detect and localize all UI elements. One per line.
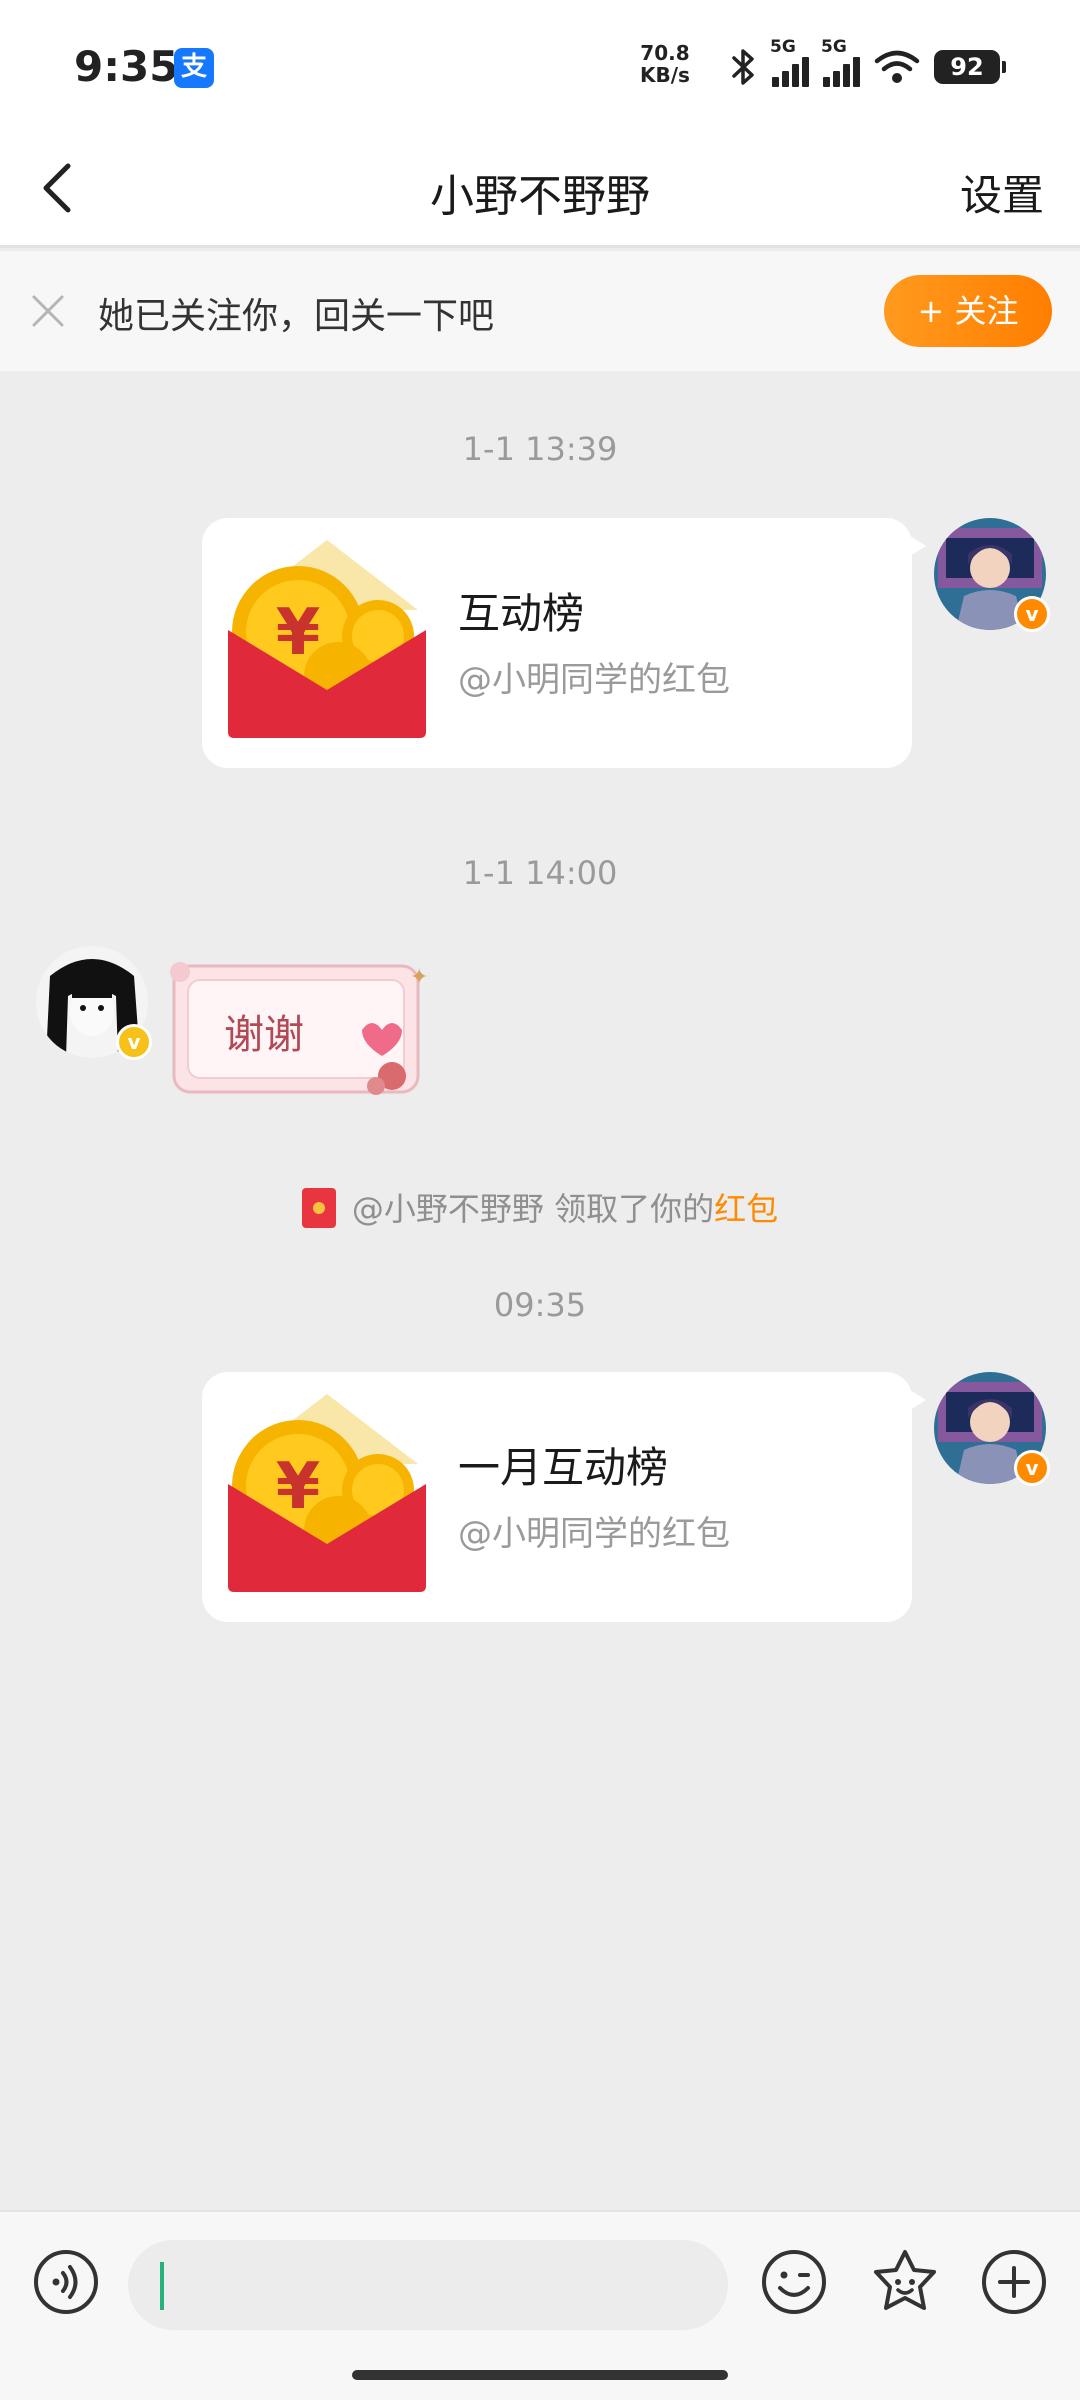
avatar[interactable]: v bbox=[934, 1372, 1050, 1486]
message-input[interactable] bbox=[128, 2240, 728, 2330]
red-packet-message[interactable]: ¥ 一月互动榜 @小明同学的红包 bbox=[202, 1372, 926, 1622]
red-packet-title: 互动榜 bbox=[458, 589, 585, 638]
red-packet-icon bbox=[301, 1188, 336, 1228]
plus-icon[interactable] bbox=[980, 2248, 1048, 2316]
avatar[interactable]: v bbox=[934, 518, 1050, 632]
voice-icon[interactable] bbox=[32, 2248, 100, 2316]
status-bar: 9:35 支 70.8 KB/s 5G 5G 92 bbox=[0, 0, 1080, 130]
home-indicator[interactable] bbox=[352, 2370, 728, 2380]
message-timestamp: 1-1 13:39 bbox=[462, 430, 618, 468]
avatar[interactable]: v bbox=[36, 946, 152, 1060]
signal-icon: 5G bbox=[770, 37, 809, 87]
message-timestamp: 09:35 bbox=[493, 1286, 587, 1324]
verified-badge: v bbox=[1014, 1450, 1050, 1486]
sim2-label: 5G bbox=[821, 37, 847, 57]
signal-icon: 5G bbox=[821, 37, 860, 87]
verified-badge: v bbox=[1014, 596, 1050, 632]
battery-icon: 92 bbox=[934, 50, 1006, 84]
follow-button[interactable]: + 关注 bbox=[884, 275, 1052, 347]
settings-button[interactable]: 设置 bbox=[960, 162, 1044, 223]
red-packet-sender: @小明同学的红包 bbox=[458, 660, 730, 700]
red-packet-sender: @小明同学的红包 bbox=[458, 1514, 730, 1554]
follow-back-banner: 她已关注你，回关一下吧 + 关注 bbox=[0, 251, 1080, 371]
sticker-icon[interactable] bbox=[870, 2246, 940, 2316]
emoji-icon[interactable] bbox=[760, 2248, 828, 2316]
svg-text:✦: ✦ bbox=[410, 965, 428, 990]
thanks-sticker[interactable]: ✦ 谢谢 bbox=[166, 958, 436, 1104]
message-timestamp: 1-1 14:00 bbox=[462, 854, 618, 892]
alipay-icon: 支 bbox=[174, 48, 214, 88]
status-icons: 5G 5G 92 bbox=[728, 37, 1006, 92]
page-title: 小野不野野 bbox=[430, 171, 650, 222]
red-packet-icon: ¥ bbox=[228, 540, 426, 738]
bluetooth-icon bbox=[732, 49, 754, 85]
sim1-label: 5G bbox=[770, 37, 796, 57]
red-packet-link[interactable]: 红包 bbox=[714, 1190, 778, 1228]
network-speed: 70.8 KB/s bbox=[640, 42, 690, 86]
system-notice-text: @小野不野野 领取了你的 bbox=[351, 1190, 715, 1228]
system-notice: @小野不野野 领取了你的红包 bbox=[0, 1184, 1080, 1230]
red-packet-message[interactable]: ¥ 互动榜 @小明同学的红包 bbox=[202, 518, 926, 768]
chat-header: 小野不野野 设置 bbox=[0, 130, 1080, 248]
follow-back-text: 她已关注你，回关一下吧 bbox=[98, 296, 495, 337]
text-caret bbox=[160, 2262, 164, 2310]
sticker-text: 谢谢 bbox=[224, 1012, 304, 1058]
verified-badge: v bbox=[116, 1024, 152, 1060]
status-time: 9:35 bbox=[74, 42, 179, 91]
network-speed-unit: KB/s bbox=[640, 63, 690, 87]
network-speed-value: 70.8 bbox=[640, 41, 690, 65]
close-icon[interactable] bbox=[28, 291, 68, 331]
red-packet-title: 一月互动榜 bbox=[458, 1443, 669, 1492]
red-packet-icon: ¥ bbox=[228, 1394, 426, 1592]
wifi-icon bbox=[874, 50, 920, 83]
